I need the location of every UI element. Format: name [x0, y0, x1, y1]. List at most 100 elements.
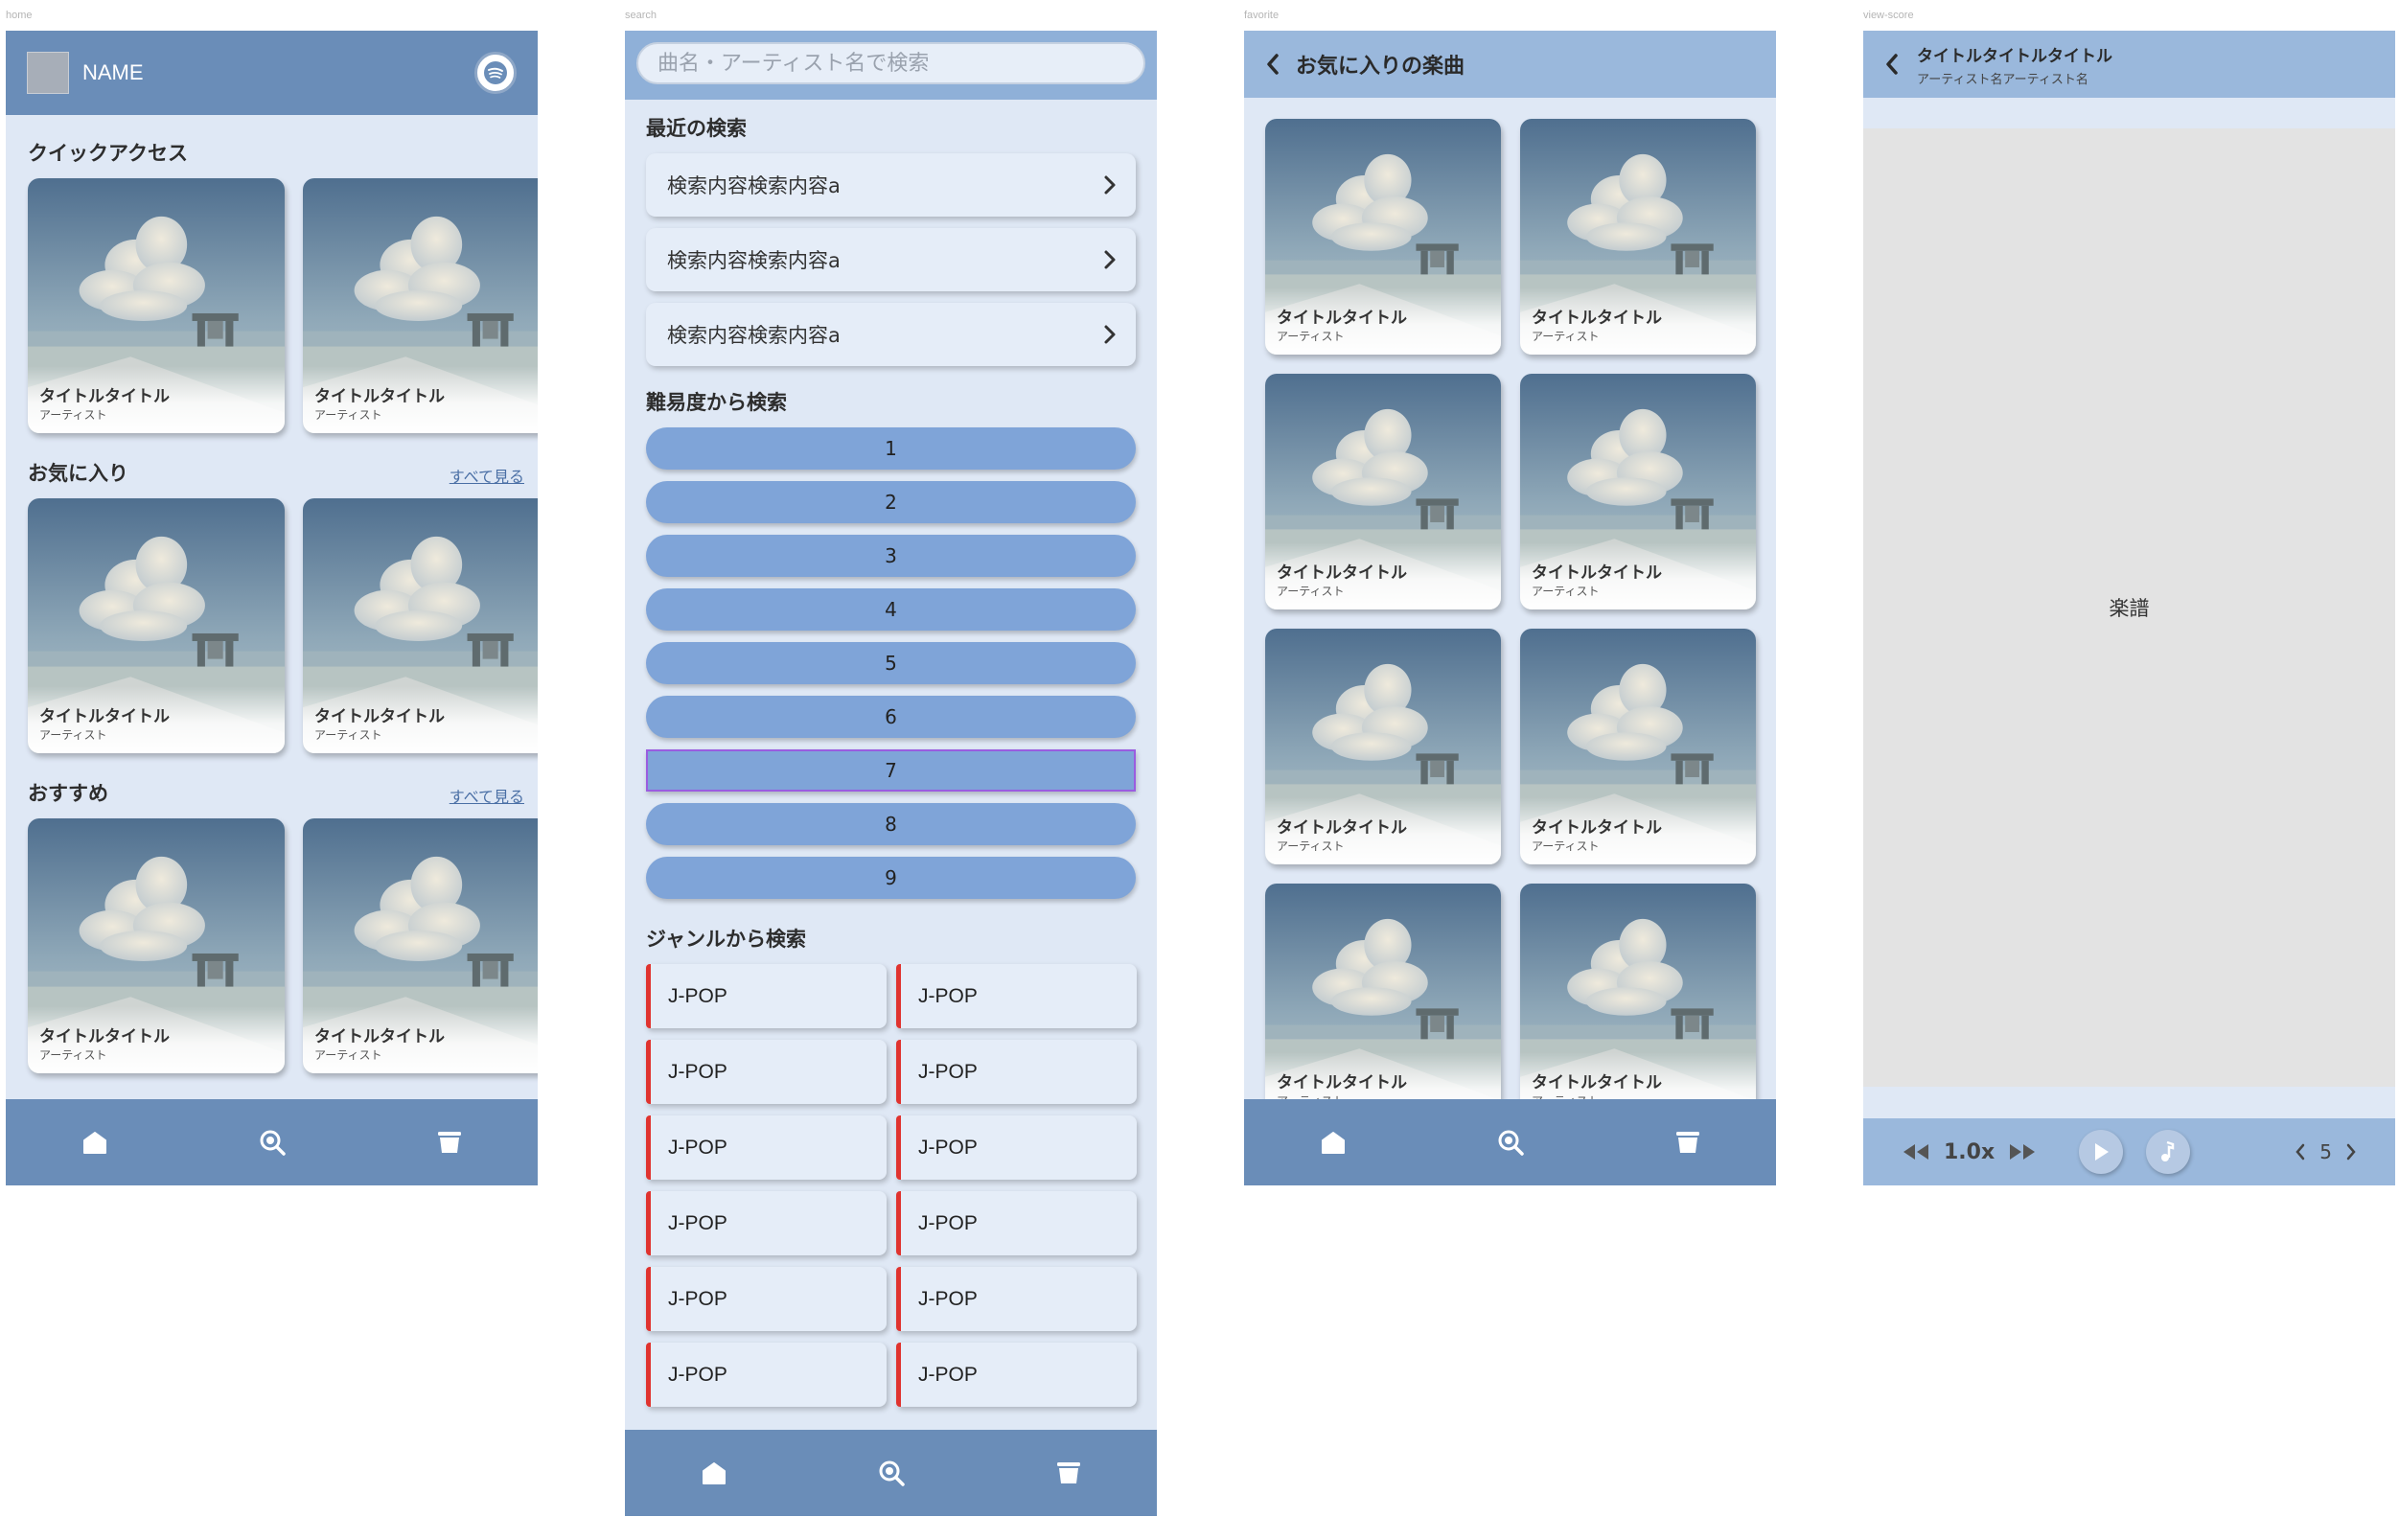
play-icon: [2095, 1143, 2110, 1161]
genre-button[interactable]: J-POP: [646, 964, 887, 1028]
frame-label-home: home: [6, 10, 33, 21]
home-icon[interactable]: [695, 1454, 733, 1492]
user-name: NAME: [82, 60, 144, 84]
score-view[interactable]: 楽譜: [1863, 128, 2395, 1087]
card-title: タイトルタイトル: [1532, 563, 1662, 583]
search-icon[interactable]: [253, 1123, 291, 1161]
see-all-link[interactable]: すべて見る: [450, 784, 524, 807]
difficulty-button-6[interactable]: 6: [646, 696, 1136, 738]
frame-label-favorite: favorite: [1244, 10, 1280, 21]
song-card[interactable]: タイトルタイトル アーティスト: [1520, 884, 1756, 1119]
song-card[interactable]: タイトルタイトル アーティスト: [1265, 119, 1501, 355]
genre-title: ジャンルから検索: [646, 928, 806, 951]
song-title: タイトルタイトルタイトル: [1917, 46, 2112, 66]
chevron-right-icon: [1104, 175, 1116, 195]
genre-button[interactable]: J-POP: [896, 1267, 1137, 1331]
recent-search-text: 検索内容検索内容a: [667, 324, 841, 347]
library-icon[interactable]: [1050, 1454, 1088, 1492]
avatar[interactable]: [27, 52, 69, 94]
rewind-icon[interactable]: [1902, 1142, 1930, 1161]
recent-search-item[interactable]: 検索内容検索内容a: [646, 228, 1136, 291]
difficulty-button-5[interactable]: 5: [646, 642, 1136, 684]
favorite-screen: お気に入りの楽曲 タイトルタイトル アーティスト タイトルタイトル アーティスト…: [1244, 31, 1776, 1185]
see-all-link[interactable]: すべて見る: [450, 464, 524, 487]
bottom-nav: [1244, 1099, 1776, 1185]
song-artist: アーティスト名アーティスト名: [1917, 72, 2088, 87]
card-artist: アーティスト: [39, 1048, 107, 1062]
difficulty-button-7[interactable]: 7: [646, 749, 1136, 792]
search-input[interactable]: [636, 42, 1145, 84]
spotify-icon[interactable]: [474, 52, 517, 94]
song-card[interactable]: タイトルタイトル アーティスト: [1520, 374, 1756, 609]
genre-button[interactable]: J-POP: [646, 1115, 887, 1180]
genre-button[interactable]: J-POP: [896, 1115, 1137, 1180]
song-card[interactable]: タイトルタイトル アーティスト: [303, 498, 538, 753]
search-icon[interactable]: [872, 1454, 911, 1492]
bottom-nav: [625, 1430, 1157, 1516]
home-screen: NAME クイックアクセス タイトルタイトル アーティスト タイトルタイトル ア…: [6, 31, 538, 1185]
chevron-right-icon: [1104, 325, 1116, 344]
genre-button[interactable]: J-POP: [646, 1343, 887, 1407]
song-card[interactable]: タイトルタイトル アーティスト: [1265, 374, 1501, 609]
card-artist: アーティスト: [39, 408, 107, 422]
genre-grid: J-POP J-POP J-POP J-POP J-POP J-POP J-PO…: [625, 964, 1157, 1407]
home-icon[interactable]: [1314, 1123, 1352, 1161]
music-note-icon: [2161, 1140, 2175, 1161]
recent-search-item[interactable]: 検索内容検索内容a: [646, 153, 1136, 217]
play-button[interactable]: [2079, 1130, 2124, 1174]
genre-button[interactable]: J-POP: [646, 1191, 887, 1255]
search-header: [625, 31, 1157, 100]
card-artist: アーティスト: [314, 408, 382, 422]
library-icon[interactable]: [430, 1123, 469, 1161]
song-card[interactable]: タイトルタイトル アーティスト: [303, 178, 538, 433]
card-title: タイトルタイトル: [1277, 309, 1407, 328]
playback-controls: 1.0x 5: [1863, 1118, 2395, 1185]
card-title: タイトルタイトル: [1277, 818, 1407, 838]
back-arrow-icon[interactable]: [1265, 53, 1280, 76]
song-card[interactable]: タイトルタイトル アーティスト: [28, 818, 285, 1073]
genre-button[interactable]: J-POP: [896, 964, 1137, 1028]
song-card[interactable]: タイトルタイトル アーティスト: [1265, 884, 1501, 1119]
recent-search-item[interactable]: 検索内容検索内容a: [646, 303, 1136, 366]
back-arrow-icon[interactable]: [1884, 53, 1900, 76]
genre-button[interactable]: J-POP: [896, 1343, 1137, 1407]
song-card[interactable]: タイトルタイトル アーティスト: [1520, 629, 1756, 864]
difficulty-button-8[interactable]: 8: [646, 803, 1136, 845]
song-card[interactable]: タイトルタイトル アーティスト: [1520, 119, 1756, 355]
section-title: クイックアクセス: [28, 142, 188, 165]
genre-button[interactable]: J-POP: [896, 1040, 1137, 1104]
score-placeholder: 楽譜: [2109, 597, 2150, 620]
genre-button[interactable]: J-POP: [896, 1191, 1137, 1255]
next-page-icon[interactable]: [2345, 1142, 2357, 1161]
playback-speed[interactable]: 1.0x: [1944, 1140, 1995, 1164]
card-artist: アーティスト: [1532, 330, 1600, 343]
difficulty-button-1[interactable]: 1: [646, 427, 1136, 470]
difficulty-button-9[interactable]: 9: [646, 857, 1136, 899]
prev-page-icon[interactable]: [2295, 1142, 2306, 1161]
card-title: タイトルタイトル: [39, 387, 170, 406]
card-artist: アーティスト: [39, 728, 107, 742]
card-title: タイトルタイトル: [39, 707, 170, 726]
recent-search-text: 検索内容検索内容a: [667, 174, 841, 197]
genre-button[interactable]: J-POP: [646, 1267, 887, 1331]
genre-button[interactable]: J-POP: [646, 1040, 887, 1104]
home-icon[interactable]: [76, 1123, 114, 1161]
music-note-button[interactable]: [2146, 1130, 2191, 1174]
card-title: タイトルタイトル: [314, 387, 445, 406]
fast-forward-icon[interactable]: [2008, 1142, 2037, 1161]
song-card[interactable]: タイトルタイトル アーティスト: [303, 818, 538, 1073]
search-icon[interactable]: [1491, 1123, 1530, 1161]
song-card[interactable]: タイトルタイトル アーティスト: [1265, 629, 1501, 864]
home-header: NAME: [6, 31, 538, 115]
difficulty-button-4[interactable]: 4: [646, 588, 1136, 631]
difficulty-button-2[interactable]: 2: [646, 481, 1136, 523]
card-title: タイトルタイトル: [314, 1027, 445, 1046]
song-card[interactable]: タイトルタイトル アーティスト: [28, 178, 285, 433]
page-title: お気に入りの楽曲: [1296, 55, 1465, 79]
song-card[interactable]: タイトルタイトル アーティスト: [28, 498, 285, 753]
library-icon[interactable]: [1669, 1123, 1707, 1161]
difficulty-button-3[interactable]: 3: [646, 535, 1136, 577]
card-title: タイトルタイトル: [1532, 1073, 1662, 1092]
section-title: お気に入り: [28, 462, 128, 485]
bottom-nav: [6, 1099, 538, 1185]
